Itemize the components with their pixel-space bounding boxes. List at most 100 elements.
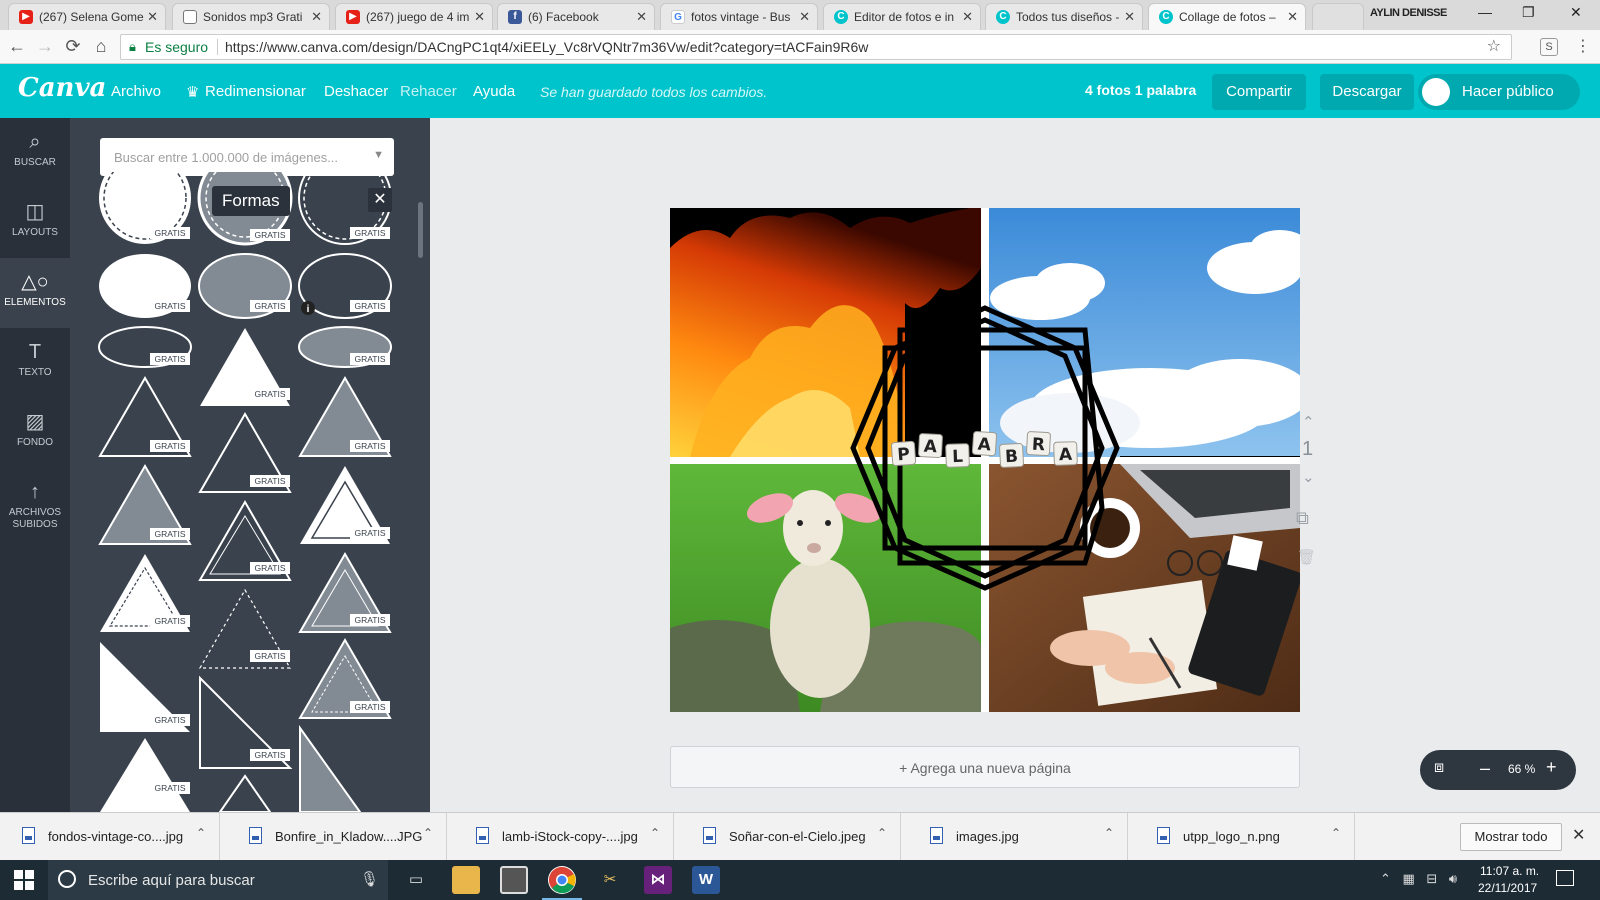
visual-studio-icon[interactable]: ⋈ xyxy=(644,866,672,894)
photo-lamb[interactable] xyxy=(670,464,981,712)
browser-tab[interactable]: G fotos vintage - Bus ✕ xyxy=(660,3,818,30)
forward-icon[interactable]: → xyxy=(34,36,56,57)
rail-item-layouts[interactable]: ◫ LAYOUTS xyxy=(0,188,70,258)
rail-item-search[interactable]: ⌕ BUSCAR xyxy=(0,118,70,188)
menu-resize[interactable]: Redimensionar xyxy=(205,83,306,100)
url-text[interactable]: https://www.canva.com/design/DACngPC1qt4… xyxy=(225,35,868,59)
browser-tab[interactable]: C Editor de fotos e in ✕ xyxy=(823,3,981,30)
download-item[interactable]: Bonfire_in_Kladow....JPG ⌃ xyxy=(227,813,447,861)
restore-icon[interactable]: ❐ xyxy=(1522,4,1535,21)
delete-page-icon[interactable]: 🗑︎ xyxy=(1297,548,1316,566)
tools-icon[interactable]: ✂ xyxy=(596,866,624,894)
show-all-button[interactable]: Mostrar todo xyxy=(1460,823,1562,851)
close-icon[interactable]: ✕ xyxy=(1124,4,1135,30)
canva-logo[interactable]: Canva xyxy=(18,73,106,103)
back-icon[interactable]: ← xyxy=(6,36,28,57)
chrome-icon[interactable] xyxy=(542,866,582,900)
minimize-icon[interactable]: — xyxy=(1478,4,1492,20)
zoom-in-button[interactable]: + xyxy=(1546,757,1557,778)
chevron-up-icon[interactable]: ⌃ xyxy=(1302,413,1315,431)
taskbar-search[interactable]: Escribe aquí para buscar 🎙︎ xyxy=(48,860,388,900)
url-bar[interactable]: 🔒︎ Es seguro https://www.canva.com/desig… xyxy=(120,34,1512,60)
browser-tab[interactable]: C Todos tus diseños - ✕ xyxy=(985,3,1143,30)
close-icon[interactable]: ✕ xyxy=(799,4,810,30)
taskbar-search-placeholder: Escribe aquí para buscar xyxy=(88,872,255,889)
download-button[interactable]: Descargar xyxy=(1320,74,1414,110)
shape-triangle-white[interactable] xyxy=(100,738,190,812)
browser-tab[interactable]: f (6) Facebook ✕ xyxy=(497,3,655,30)
badge-free: GRATIS xyxy=(154,301,185,311)
photo-desk[interactable] xyxy=(989,464,1300,712)
zoom-out-button[interactable]: – xyxy=(1480,758,1490,779)
menu-redo[interactable]: Rehacer xyxy=(400,83,457,100)
make-public-toggle[interactable]: Hacer público xyxy=(1418,74,1580,110)
share-button[interactable]: Compartir xyxy=(1212,74,1306,110)
star-icon[interactable]: ☆ xyxy=(1487,35,1501,59)
badge-free: GRATIS xyxy=(154,441,185,451)
zoom-level[interactable]: 66 % xyxy=(1508,762,1535,776)
chevron-up-icon[interactable]: ⌃ xyxy=(423,826,433,840)
menu-file[interactable]: Archivo xyxy=(111,83,161,100)
browser-tab[interactable]: ▶ (267) Selena Gome ✕ xyxy=(8,3,166,30)
close-icon[interactable]: ✕ xyxy=(962,4,973,30)
chevron-up-icon[interactable]: ⌃ xyxy=(1104,826,1114,840)
shape-right-triangle-gray[interactable] xyxy=(299,724,362,812)
extension-icon[interactable]: S xyxy=(1540,38,1558,56)
new-tab-button[interactable] xyxy=(1312,3,1364,30)
chevron-down-icon[interactable]: ⌄ xyxy=(1302,468,1315,486)
design-page[interactable]: P A LABR A xyxy=(670,208,1300,712)
browser-tab[interactable]: Sonidos mp3 Grati ✕ xyxy=(172,3,330,30)
download-item[interactable]: fondos-vintage-co....jpg ⌃ xyxy=(0,813,220,861)
chevron-up-icon[interactable]: ⌃ xyxy=(196,826,206,840)
task-view-icon[interactable]: ▭ xyxy=(402,866,430,894)
browser-tab[interactable]: ▶ (267) juego de 4 im ✕ xyxy=(335,3,493,30)
download-item[interactable]: Soñar-con-el-Cielo.jpeg ⌃ xyxy=(681,813,901,861)
system-tray-icons[interactable]: ⌃ ▦ ⊟ 🔊︎ xyxy=(1380,871,1461,887)
home-icon[interactable]: ⌂ xyxy=(90,36,112,57)
chevron-up-icon[interactable]: ⌃ xyxy=(650,826,660,840)
microphone-icon[interactable]: 🎙︎ xyxy=(360,870,379,888)
download-filename: Soñar-con-el-Cielo.jpeg xyxy=(729,829,866,844)
chevron-up-icon[interactable]: ⌃ xyxy=(877,826,887,840)
close-icon[interactable]: ✕ xyxy=(474,4,485,30)
browser-tab-active[interactable]: C Collage de fotos – ✕ xyxy=(1148,3,1306,30)
close-icon[interactable]: ✕ xyxy=(636,4,647,30)
panel-scrollbar[interactable] xyxy=(418,202,423,258)
chevron-down-icon[interactable]: ▼ xyxy=(373,149,384,161)
badge-free: GRATIS xyxy=(154,228,185,238)
clock-date[interactable]: 22/11/2017 xyxy=(1478,881,1537,895)
rail-item-text[interactable]: T TEXTO xyxy=(0,328,70,398)
rail-item-elements[interactable]: △○ ELEMENTOS xyxy=(0,258,70,328)
rail-item-background[interactable]: ▨ FONDO xyxy=(0,398,70,468)
rail-item-uploads[interactable]: ↑ ARCHIVOS SUBIDOS xyxy=(0,468,70,548)
add-page-button[interactable]: + Agrega una nueva página xyxy=(670,746,1300,788)
shape-triangle-outline[interactable] xyxy=(218,774,272,812)
notification-icon[interactable] xyxy=(1556,870,1574,886)
app-window-icon[interactable] xyxy=(500,866,528,894)
menu-undo[interactable]: Deshacer xyxy=(324,83,388,100)
duplicate-page-icon[interactable]: ⧉ xyxy=(1296,508,1309,529)
menu-help[interactable]: Ayuda xyxy=(473,83,515,100)
close-icon[interactable]: ✕ xyxy=(147,4,158,30)
close-icon[interactable]: ✕ xyxy=(368,188,392,212)
clock-time[interactable]: 11:07 a. m. xyxy=(1480,864,1539,878)
chevron-up-icon[interactable]: ⌃ xyxy=(1331,826,1341,840)
present-icon[interactable]: ⧈ xyxy=(1434,759,1444,777)
download-item[interactable]: images.jpg ⌃ xyxy=(908,813,1128,861)
word-icon[interactable]: W xyxy=(692,866,720,894)
close-icon[interactable]: ✕ xyxy=(1287,4,1298,30)
close-icon[interactable]: ✕ xyxy=(311,4,322,30)
close-icon[interactable]: ✕ xyxy=(1572,825,1585,845)
file-explorer-icon[interactable] xyxy=(452,866,480,894)
reload-icon[interactable]: ⟳ xyxy=(62,36,84,57)
download-item[interactable]: utpp_logo_n.png ⌃ xyxy=(1135,813,1355,861)
image-search-input[interactable] xyxy=(100,138,370,176)
design-title[interactable]: 4 fotos 1 palabra xyxy=(1085,82,1196,98)
download-item[interactable]: lamb-iStock-copy-....jpg ⌃ xyxy=(454,813,674,861)
badge-free: GRATIS xyxy=(154,715,185,725)
profile-name[interactable]: AYLIN DENISSE xyxy=(1370,7,1447,19)
menu-icon[interactable]: ⋮ xyxy=(1575,36,1591,56)
badge-free: GRATIS xyxy=(154,354,185,364)
windows-start-icon[interactable] xyxy=(14,870,34,890)
close-window-icon[interactable]: ✕ xyxy=(1570,4,1582,21)
